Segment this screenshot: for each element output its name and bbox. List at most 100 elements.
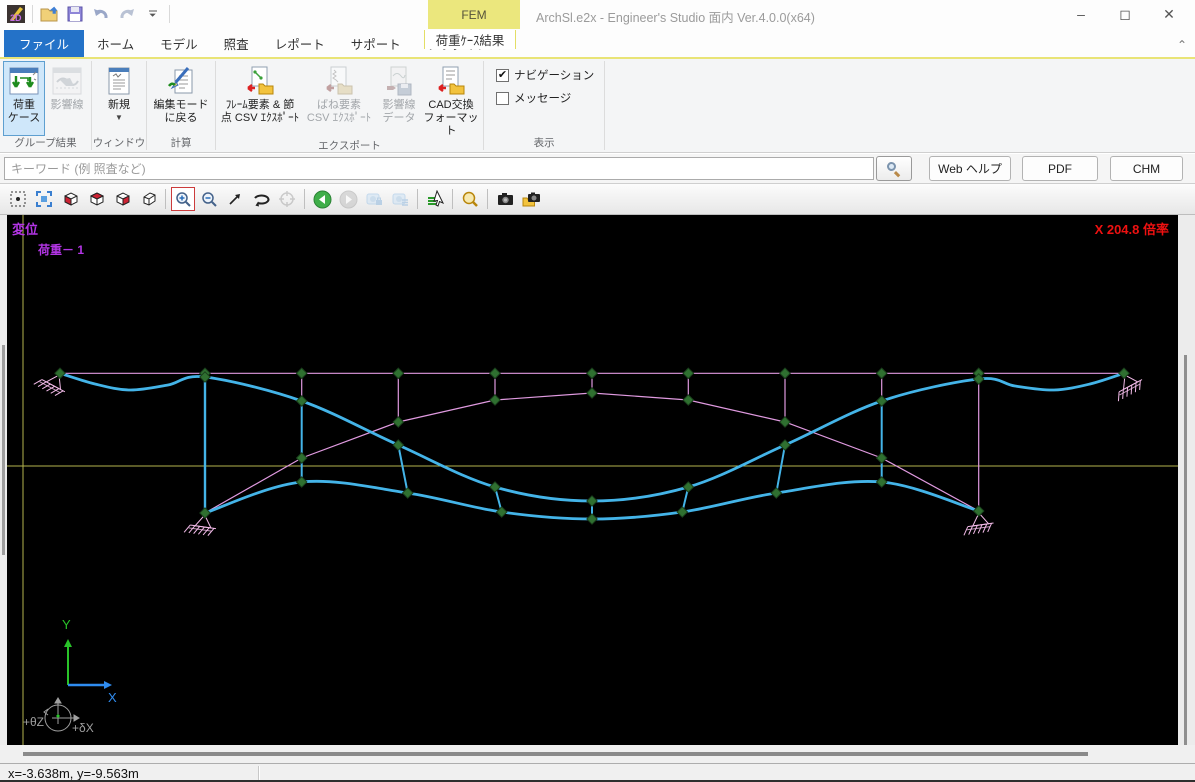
ribbon-group-label: ウィンドウ: [92, 136, 146, 152]
checkbox-row-メッセージ[interactable]: メッセージ: [496, 90, 594, 106]
export-influence-data-icon: [383, 65, 415, 97]
tab-モデル[interactable]: モデル: [147, 30, 211, 57]
pan-center-icon[interactable]: [275, 187, 299, 211]
tab-荷重ｹｰｽ結果[interactable]: 荷重ｹｰｽ結果: [424, 30, 516, 49]
tab-ホーム[interactable]: ホーム: [84, 30, 147, 57]
search-button[interactable]: [876, 156, 912, 181]
checkbox-label: ナビゲーション: [514, 67, 594, 83]
result-type-label: 変位: [12, 219, 38, 238]
rotate-view-icon[interactable]: [249, 187, 273, 211]
saved-view-add-icon[interactable]: [362, 187, 386, 211]
view-cube-wire-icon[interactable]: [136, 187, 160, 211]
saved-view-list-icon[interactable]: [388, 187, 412, 211]
ribbon-button-label: 新規: [108, 99, 130, 112]
tab-レポート[interactable]: レポート: [262, 30, 338, 57]
ribbon-button-新規[interactable]: 新規▼: [95, 61, 143, 136]
ribbon-button-ﾌﾚｰﾑ要素 & 節点 CSV ｴｸｽﾎﾟｰﾄ[interactable]: ﾌﾚｰﾑ要素 & 節 点 CSV ｴｸｽﾎﾟｰﾄ: [219, 61, 301, 139]
toolbar-separator: [452, 189, 453, 209]
ribbon-button-label: 影響線: [51, 99, 84, 112]
ribbon: 荷重 ケース影響線グループ結果新規▼ウィンドウ編集モード に戻る計算ﾌﾚｰﾑ要素…: [0, 57, 1195, 153]
checkbox-unchecked[interactable]: [496, 92, 509, 105]
ribbon-button-影響線[interactable]: 影響線: [46, 61, 88, 136]
help-button-Web ヘルプ[interactable]: Web ヘルプ: [929, 156, 1011, 181]
model-viewport[interactable]: Y X +θZ +δX 変位 荷重－ 1 X 204.8 倍率: [0, 215, 1195, 745]
scrollbar-thumb[interactable]: [1184, 355, 1187, 745]
influence-line-icon: [51, 65, 83, 97]
search-icon: [887, 162, 901, 176]
scrollbar-thumb[interactable]: [2, 345, 5, 555]
svg-text:+θZ: +θZ: [23, 715, 44, 729]
ribbon-group-表示: ✔ ナビゲーションメッセージ表示: [484, 59, 604, 152]
view-extents-icon[interactable]: [6, 187, 30, 211]
help-button-PDF[interactable]: PDF: [1022, 156, 1098, 181]
toolbar-separator: [304, 189, 305, 209]
zoom-in-icon[interactable]: [171, 187, 195, 211]
fit-view-icon[interactable]: [32, 187, 56, 211]
divider: [32, 5, 33, 23]
checkbox-row-ナビゲーション[interactable]: ✔ ナビゲーション: [496, 67, 594, 83]
view-cube-top-red-icon[interactable]: [84, 187, 108, 211]
tab-サポート[interactable]: サポート: [338, 30, 414, 57]
maximize-button[interactable]: ◻: [1103, 0, 1147, 28]
ribbon-group-計算: 編集モード に戻る計算: [147, 59, 215, 152]
ribbon-button-label: 編集モード に戻る: [154, 99, 209, 125]
ribbon-collapse-icon[interactable]: ⌃: [1177, 38, 1187, 52]
zoom-region-icon[interactable]: [458, 187, 482, 211]
snapshot-file-icon[interactable]: [519, 187, 543, 211]
ribbon-button-label: 荷重 ケース: [8, 99, 40, 125]
right-vertical-scrollbar[interactable]: [1178, 215, 1195, 745]
save-icon[interactable]: [65, 3, 85, 25]
cursor-coordinates: x=-3.638m, y=-9.563m: [8, 766, 139, 781]
redo-icon[interactable]: [117, 3, 137, 25]
export-cad-icon: [435, 65, 467, 97]
view-toolbar: [0, 184, 1195, 215]
history-back-icon[interactable]: [310, 187, 334, 211]
dropdown-arrow-icon[interactable]: ▼: [115, 113, 123, 122]
ribbon-group-ウィンドウ: 新規▼ウィンドウ: [92, 59, 146, 152]
left-vertical-scrollbar[interactable]: [0, 215, 7, 745]
ribbon-group-label: グループ結果: [0, 136, 91, 152]
customize-toolbar-icon[interactable]: [143, 3, 163, 25]
ribbon-button-CAD交換フォーマット[interactable]: CAD交換 フォーマット: [422, 61, 480, 139]
horizontal-scrollbar[interactable]: [0, 745, 1195, 763]
tab-照査[interactable]: 照査: [211, 30, 262, 57]
svg-text:2D: 2D: [10, 13, 22, 23]
zoom-out-icon[interactable]: [197, 187, 221, 211]
toolbar-separator: [487, 189, 488, 209]
history-forward-icon[interactable]: [336, 187, 360, 211]
svg-text:+δX: +δX: [72, 721, 94, 735]
edit-mode-icon: [165, 65, 197, 97]
ribbon-button-label: 影響線 データ: [383, 99, 416, 125]
structure-drawing: Y X +θZ +δX: [0, 215, 1195, 745]
ribbon-button-ばね要素CSV ｴｸｽﾎﾟｰﾄ[interactable]: ばね要素 CSV ｴｸｽﾎﾟｰﾄ: [302, 61, 376, 139]
open-model-icon[interactable]: [39, 3, 59, 25]
close-button[interactable]: ✕: [1147, 0, 1191, 28]
export-spring-csv-icon: [323, 65, 355, 97]
view-cube-front-red-icon[interactable]: [110, 187, 134, 211]
measure-arrow-icon[interactable]: [223, 187, 247, 211]
ribbon-group-label: エクスポート: [216, 139, 483, 153]
ribbon-button-荷重ケース[interactable]: 荷重 ケース: [3, 61, 45, 136]
ribbon-tab-row: ファイルホームモデル照査レポートサポートプラグイン ⌃ 荷重ｹｰｽ結果: [0, 30, 1195, 57]
new-window-icon: [103, 65, 135, 97]
scrollbar-thumb[interactable]: [23, 752, 1088, 756]
origin-crosshair: [7, 215, 1178, 745]
title-bar: 2D FEM ArchSl.e2x - Engineer's Studio 面内…: [0, 0, 1195, 30]
tab-ファイル[interactable]: ファイル: [4, 30, 84, 57]
window-title: ArchSl.e2x - Engineer's Studio 面内 Ver.4.…: [536, 7, 815, 26]
axis-triad: Y X +θZ +δX: [23, 617, 117, 735]
minimize-button[interactable]: –: [1059, 0, 1103, 28]
checkbox-checked[interactable]: ✔: [496, 69, 509, 82]
snapshot-clipboard-icon[interactable]: [493, 187, 517, 211]
ribbon-button-編集モードに戻る[interactable]: 編集モード に戻る: [150, 61, 212, 136]
ribbon-button-label: ﾌﾚｰﾑ要素 & 節 点 CSV ｴｸｽﾎﾟｰﾄ: [221, 99, 299, 125]
undo-icon[interactable]: [91, 3, 111, 25]
load-case-label: 荷重－ 1: [38, 241, 84, 258]
ribbon-group-label: 表示: [484, 136, 604, 152]
app-logo-2d-icon[interactable]: 2D: [6, 3, 26, 25]
keyword-search-input[interactable]: [4, 157, 874, 180]
view-cube-left-red-icon[interactable]: [58, 187, 82, 211]
select-pointer-icon[interactable]: [423, 187, 447, 211]
ribbon-button-影響線データ[interactable]: 影響線 データ: [377, 61, 421, 139]
help-button-CHM[interactable]: CHM: [1110, 156, 1183, 181]
